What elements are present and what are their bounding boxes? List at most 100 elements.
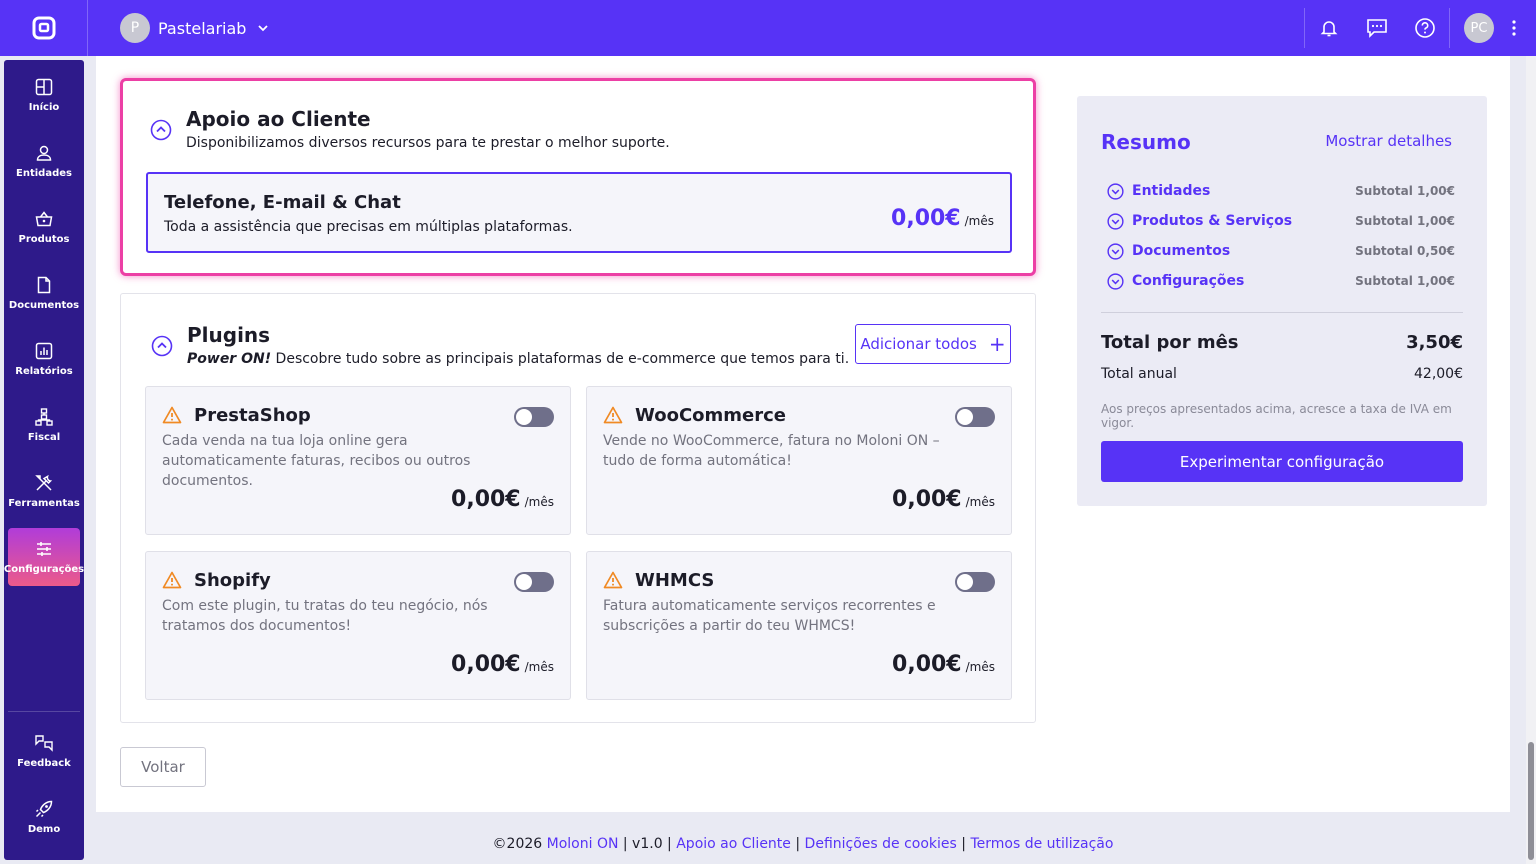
price-value: 0,00€ [451, 487, 521, 512]
sidebar-item-documentos[interactable]: Documentos [8, 264, 80, 322]
sidebar-item-produtos[interactable]: Produtos [8, 198, 80, 256]
try-configuration-button[interactable]: Experimentar configuração [1101, 441, 1463, 482]
chart-icon [35, 342, 53, 359]
annual-total-value: 42,00€ [1414, 366, 1463, 382]
footer-cookies-link[interactable]: Definições de cookies [805, 836, 957, 852]
section-title: Plugins [187, 323, 271, 347]
sidebar-item-label: Documentos [8, 299, 80, 311]
sidebar-item-feedback[interactable]: Feedback [8, 722, 80, 780]
plus-icon: + [988, 332, 1006, 356]
sidebar-item-label: Configurações [3, 563, 85, 575]
footer-terms-link[interactable]: Termos de utilização [970, 836, 1113, 852]
monthly-total: Total por mês 3,50€ [1101, 332, 1463, 353]
user-avatar[interactable]: PC [1464, 13, 1494, 43]
plugin-card-prestashop: PrestaShop Cada venda na tua loja online… [145, 386, 571, 535]
sidebar-item-label: Início [28, 101, 60, 113]
footer-support-link[interactable]: Apoio ao Cliente [676, 836, 791, 852]
rocket-icon [35, 800, 53, 817]
price-unit: /mês [964, 214, 994, 228]
notifications-button[interactable] [1305, 0, 1353, 56]
chevron-down-circle-icon [1107, 182, 1124, 200]
price-unit: /mês [524, 495, 554, 509]
price-value: 0,00€ [451, 652, 521, 677]
app-logo[interactable] [0, 0, 88, 56]
plugin-toggle[interactable] [955, 572, 995, 592]
summary-row[interactable]: Produtos & Serviços Subtotal 1,00€ [1107, 210, 1455, 232]
plugin-price: 0,00€/mês [892, 487, 995, 512]
sidebar-item-label: Feedback [17, 757, 71, 769]
sidebar-item-relatorios[interactable]: Relatórios [8, 330, 80, 388]
plugin-description: Fatura automaticamente serviços recorren… [603, 598, 936, 634]
chevron-up-circle-icon[interactable] [151, 335, 173, 357]
company-name: Pastelariab [158, 18, 247, 38]
divider [8, 711, 80, 712]
logo-icon [32, 16, 55, 40]
warning-icon [603, 406, 623, 424]
footer-copyright: ©2026 [492, 836, 547, 852]
show-details-link[interactable]: Mostrar detalhes [1325, 132, 1452, 150]
monthly-total-value: 3,50€ [1406, 332, 1463, 353]
option-description: Toda a assistência que precisas em múlti… [164, 219, 573, 235]
add-all-button[interactable]: Adicionar todos + [855, 324, 1011, 364]
kebab-icon [1512, 20, 1516, 36]
summary-row-subtotal: Subtotal 0,50€ [1355, 244, 1455, 258]
summary-row[interactable]: Entidades Subtotal 1,00€ [1107, 180, 1455, 202]
plugin-toggle[interactable] [514, 407, 554, 427]
help-icon [1415, 18, 1435, 38]
footer-separator: | [956, 836, 971, 852]
summary-row-name: Entidades [1132, 183, 1211, 199]
plugin-card-woocommerce: WooCommerce Vende no WooCommerce, fatura… [586, 386, 1012, 535]
footer-version: | v1.0 | [618, 836, 677, 852]
messages-button[interactable] [1353, 0, 1401, 56]
sidebar-item-fiscal[interactable]: Fiscal [8, 396, 80, 454]
divider [1449, 8, 1450, 48]
top-bar: P Pastelariab PC [0, 0, 1536, 56]
sidebar-item-label: Entidades [16, 167, 72, 179]
support-header: Apoio ao Cliente Disponibilizamos divers… [150, 107, 670, 151]
more-menu-button[interactable] [1500, 0, 1528, 56]
sidebar-item-demo[interactable]: Demo [8, 788, 80, 846]
footer: ©2026 Moloni ON | v1.0 | Apoio ao Client… [96, 836, 1510, 852]
summary-row-name: Produtos & Serviços [1132, 213, 1293, 229]
sidebar-item-inicio[interactable]: Início [8, 66, 80, 124]
support-option-card[interactable]: Telefone, E-mail & Chat Toda a assistênc… [146, 172, 1012, 253]
plugin-toggle[interactable] [514, 572, 554, 592]
bell-icon [1320, 21, 1338, 37]
feedback-icon [35, 734, 53, 752]
summary-row[interactable]: Documentos Subtotal 0,50€ [1107, 240, 1455, 262]
chevron-down-icon [258, 25, 269, 32]
document-icon [37, 276, 51, 293]
back-button[interactable]: Voltar [120, 747, 206, 787]
sidebar-item-entidades[interactable]: Entidades [8, 132, 80, 190]
company-selector[interactable]: P Pastelariab [120, 13, 270, 43]
sidebar-item-ferramentas[interactable]: Ferramentas [8, 462, 80, 520]
plugin-title: PrestaShop [194, 405, 311, 426]
chevron-up-circle-icon[interactable] [150, 119, 172, 141]
summary-panel: Resumo Mostrar detalhes Entidades Subtot… [1077, 96, 1487, 506]
chevron-down-circle-icon [1107, 212, 1124, 230]
warning-icon [162, 571, 182, 589]
plugin-title: WooCommerce [635, 405, 786, 426]
footer-brand-link[interactable]: Moloni ON [547, 836, 619, 852]
chat-icon [1367, 19, 1387, 38]
sidebar-item-label: Produtos [18, 233, 70, 245]
company-avatar: P [120, 13, 150, 43]
plugin-card-shopify: Shopify Com este plugin, tu tratas do te… [145, 551, 571, 700]
subtitle-text: Descobre tudo sobre as principais plataf… [271, 351, 850, 367]
plugin-toggle[interactable] [955, 407, 995, 427]
vat-note: Aos preços apresentados acima, acresce a… [1101, 402, 1452, 430]
scrollbar-thumb[interactable] [1528, 742, 1534, 860]
plugin-price: 0,00€/mês [451, 652, 554, 677]
option-title: Telefone, E-mail & Chat [164, 192, 401, 213]
divider [1101, 312, 1463, 313]
summary-row[interactable]: Configurações Subtotal 1,00€ [1107, 270, 1455, 292]
help-button[interactable] [1401, 0, 1449, 56]
summary-title: Resumo [1101, 130, 1191, 154]
plugin-description: Com este plugin, tu tratas do teu negóci… [162, 598, 488, 634]
main-panel: Apoio ao Cliente Disponibilizamos divers… [96, 56, 1510, 812]
price-value: 0,00€ [892, 652, 962, 677]
sliders-icon [37, 541, 51, 556]
tools-icon [35, 474, 53, 491]
sidebar-item-configuracoes[interactable]: Configurações [4, 528, 84, 586]
dashboard-icon [35, 78, 53, 95]
